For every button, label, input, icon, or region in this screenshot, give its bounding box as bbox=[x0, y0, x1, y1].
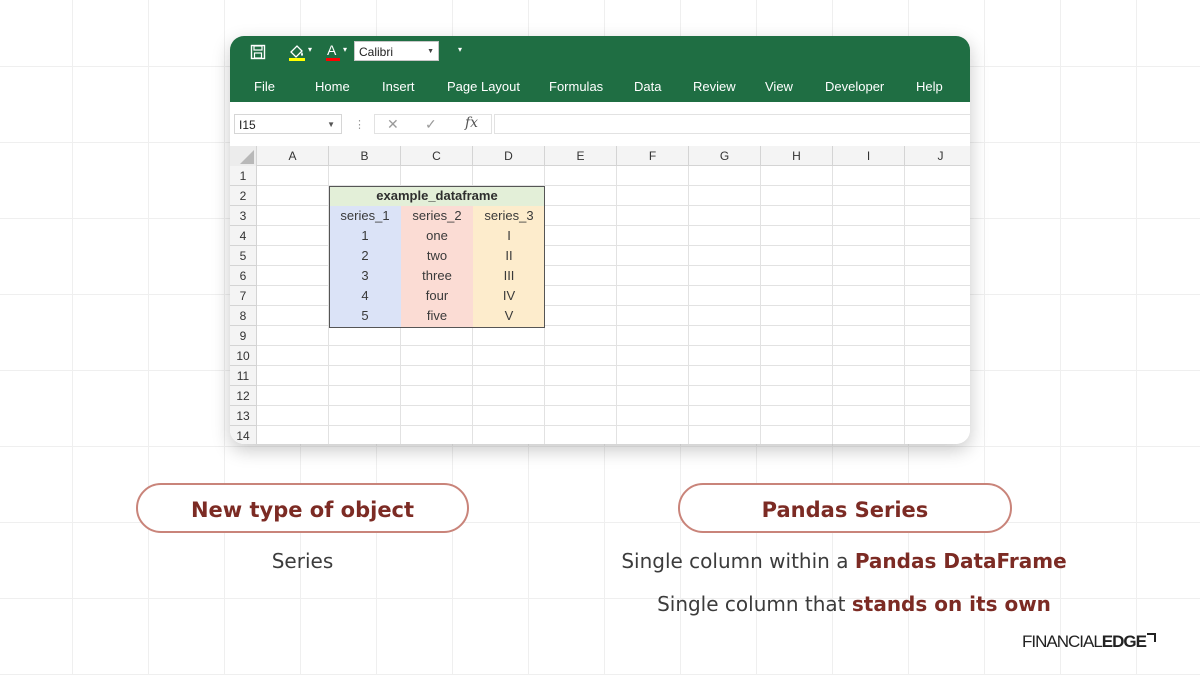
gridline-horizontal bbox=[257, 425, 970, 426]
tab-file[interactable]: File bbox=[254, 79, 275, 94]
tab-page-layout[interactable]: Page Layout bbox=[447, 79, 520, 94]
font-name-select[interactable]: Calibri ▼ bbox=[354, 41, 439, 61]
formula-buttons: ✕ ✓ fx bbox=[374, 114, 492, 134]
formula-input[interactable] bbox=[494, 114, 970, 134]
row-header-6[interactable]: 6 bbox=[230, 266, 257, 286]
tab-review[interactable]: Review bbox=[693, 79, 736, 94]
excel-window: ▾ A ▾ Calibri ▼ ▾ File Home Insert Page L… bbox=[230, 36, 970, 444]
row-header-1[interactable]: 1 bbox=[230, 166, 257, 186]
column-header-d[interactable]: D bbox=[473, 146, 545, 166]
row-header-14[interactable]: 14 bbox=[230, 426, 257, 444]
row-header-12[interactable]: 12 bbox=[230, 386, 257, 406]
column-header-j[interactable]: J bbox=[905, 146, 970, 166]
row-header-2[interactable]: 2 bbox=[230, 186, 257, 206]
row-header-3[interactable]: 3 bbox=[230, 206, 257, 226]
column-header-b[interactable]: B bbox=[329, 146, 401, 166]
svg-text:A: A bbox=[327, 42, 337, 58]
column-header-g[interactable]: G bbox=[689, 146, 761, 166]
financial-edge-logo: FINANCIALEDGE bbox=[1022, 632, 1156, 652]
name-box[interactable]: I15 ▼ bbox=[234, 114, 342, 134]
worksheet-grid[interactable]: ABCDEFGHIJ 1 2 3 4 5 6 7 8 9 10 11 12 13 14 example_d… bbox=[230, 146, 970, 444]
chevron-down-icon: ▼ bbox=[327, 120, 335, 129]
column-header-e[interactable]: E bbox=[545, 146, 617, 166]
definition-line-2-text: Single column that bbox=[657, 592, 852, 616]
definition-line-2-emphasis: stands on its own bbox=[851, 592, 1051, 616]
gridline-horizontal bbox=[257, 385, 970, 386]
font-color-icon[interactable]: A ▾ bbox=[324, 41, 352, 63]
svg-text:▾: ▾ bbox=[308, 45, 312, 54]
cancel-icon[interactable]: ✕ bbox=[387, 116, 399, 133]
tab-insert[interactable]: Insert bbox=[382, 79, 415, 94]
svg-text:▾: ▾ bbox=[343, 45, 347, 54]
fill-color-icon[interactable]: ▾ bbox=[286, 41, 316, 63]
row-header-7[interactable]: 7 bbox=[230, 286, 257, 306]
definition-line-2: Single column that stands on its own bbox=[560, 592, 1148, 616]
select-all-triangle-icon bbox=[240, 150, 254, 164]
pandas-series-pill: Pandas Series bbox=[678, 483, 1012, 533]
row-header-4[interactable]: 4 bbox=[230, 226, 257, 246]
tab-help[interactable]: Help bbox=[916, 79, 943, 94]
formula-bar: I15 ▼ ⋮ ✕ ✓ fx bbox=[230, 102, 970, 146]
separator-dots-icon: ⋮ bbox=[354, 119, 365, 131]
series-caption: Series bbox=[271, 549, 334, 573]
row-header-8[interactable]: 8 bbox=[230, 306, 257, 326]
chevron-down-icon: ▼ bbox=[427, 48, 434, 55]
row-header-13[interactable]: 13 bbox=[230, 406, 257, 426]
definition-line-1: Single column within a Pandas DataFrame bbox=[560, 549, 1128, 573]
tab-home[interactable]: Home bbox=[315, 79, 350, 94]
font-name-value: Calibri bbox=[359, 45, 394, 59]
column-header-h[interactable]: H bbox=[761, 146, 833, 166]
logo-corner-mark-icon bbox=[1146, 633, 1156, 642]
save-icon[interactable] bbox=[248, 41, 268, 63]
ribbon: ▾ A ▾ Calibri ▼ ▾ File Home Insert Page L… bbox=[230, 36, 970, 102]
customize-toolbar-icon[interactable]: ▾ bbox=[458, 45, 462, 54]
dataframe-border bbox=[329, 186, 545, 328]
select-all-button[interactable] bbox=[230, 146, 257, 166]
row-header-5[interactable]: 5 bbox=[230, 246, 257, 266]
row-header-10[interactable]: 10 bbox=[230, 346, 257, 366]
column-header-f[interactable]: F bbox=[617, 146, 689, 166]
logo-text-edge: EDGE bbox=[1101, 632, 1147, 651]
tab-developer[interactable]: Developer bbox=[825, 79, 884, 94]
row-header-9[interactable]: 9 bbox=[230, 326, 257, 346]
gridline-horizontal bbox=[257, 365, 970, 366]
gridline-horizontal bbox=[257, 405, 970, 406]
row-header-11[interactable]: 11 bbox=[230, 366, 257, 386]
new-type-pill: New type of object bbox=[136, 483, 469, 533]
name-box-value: I15 bbox=[239, 118, 256, 132]
insert-function-icon[interactable]: fx bbox=[465, 115, 478, 131]
tab-data[interactable]: Data bbox=[634, 79, 661, 94]
gridline-horizontal bbox=[257, 345, 970, 346]
tab-formulas[interactable]: Formulas bbox=[549, 79, 603, 94]
definition-line-1-text: Single column within a bbox=[621, 549, 855, 573]
column-header-a[interactable]: A bbox=[257, 146, 329, 166]
tab-view[interactable]: View bbox=[765, 79, 793, 94]
logo-text-financial: FINANCIAL bbox=[1022, 632, 1103, 651]
column-header-i[interactable]: I bbox=[833, 146, 905, 166]
column-header-c[interactable]: C bbox=[401, 146, 473, 166]
enter-icon[interactable]: ✓ bbox=[425, 116, 437, 133]
definition-line-1-emphasis: Pandas DataFrame bbox=[854, 549, 1067, 573]
